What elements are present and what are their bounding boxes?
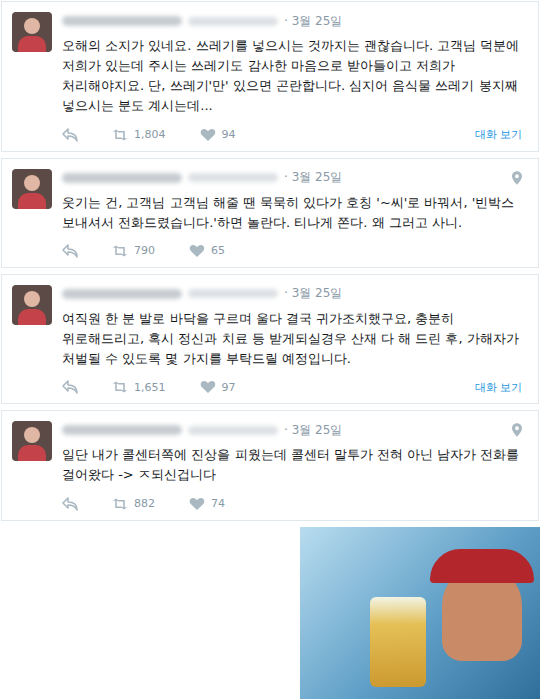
blurred-name[interactable] <box>62 289 182 299</box>
blurred-handle <box>188 289 278 298</box>
blurred-handle <box>188 17 278 26</box>
meme-photo <box>300 527 540 699</box>
reply-icon[interactable] <box>62 128 78 142</box>
location-pin-icon[interactable] <box>512 171 522 185</box>
tweet-text: 일단 내가 콜센터쪽에 진상을 피웠는데 콜센터 말투가 전혀 아닌 남자가 전… <box>62 445 526 485</box>
tweet-card[interactable]: · 3월 25일여직원 한 분 발로 바닥을 구르며 울다 결국 귀가조치했구요… <box>1 274 539 404</box>
heart-icon <box>200 128 216 142</box>
blurred-name[interactable] <box>62 173 182 183</box>
retweet-count: 1,804 <box>134 128 166 141</box>
blurred-handle <box>188 426 278 435</box>
retweet-count: 882 <box>134 497 155 510</box>
reply-icon[interactable] <box>62 244 78 258</box>
action-bar: 790 65 <box>62 241 526 261</box>
avatar[interactable] <box>12 169 52 209</box>
like-button[interactable]: 65 <box>189 244 225 258</box>
avatar[interactable] <box>12 285 52 325</box>
tweet-date[interactable]: · 3월 25일 <box>284 169 342 186</box>
tweet-card[interactable]: · 3월 25일오해의 소지가 있네요. 쓰레기를 넣으시는 것까지는 괜찮습니… <box>1 1 539 152</box>
like-button[interactable]: 94 <box>200 128 236 142</box>
view-conversation-link[interactable]: 대화 보기 <box>475 380 523 395</box>
tweet-text: 오해의 소지가 있네요. 쓰레기를 넣으시는 것까지는 괜찮습니다. 고객님 덕… <box>62 36 526 117</box>
avatar[interactable] <box>12 421 52 461</box>
tweet-date[interactable]: · 3월 25일 <box>284 13 342 30</box>
like-button[interactable]: 74 <box>189 497 225 511</box>
action-bar: 882 74 <box>62 494 526 514</box>
blurred-handle <box>188 173 278 182</box>
retweet-count: 1,651 <box>134 381 166 394</box>
like-count: 94 <box>222 128 236 141</box>
tweet-date[interactable]: · 3월 25일 <box>284 422 342 439</box>
heart-icon <box>189 244 205 258</box>
retweet-icon <box>112 497 128 511</box>
retweet-button[interactable]: 1,651 <box>112 380 166 394</box>
tweet-card[interactable]: · 3월 25일웃기는 건, 고객님 고객님 해줄 땐 묵묵히 있다가 호칭 '… <box>1 158 539 268</box>
like-count: 65 <box>211 244 225 257</box>
retweet-icon <box>112 380 128 394</box>
heart-icon <box>200 380 216 394</box>
retweet-icon <box>112 244 128 258</box>
tweet-date[interactable]: · 3월 25일 <box>284 285 342 302</box>
like-count: 74 <box>211 497 225 510</box>
like-count: 97 <box>222 381 236 394</box>
location-pin-icon[interactable] <box>512 423 522 437</box>
tweet-text: 여직원 한 분 발로 바닥을 구르며 울다 결국 귀가조치했구요, 충분히 위로… <box>62 309 526 369</box>
retweet-icon <box>112 128 128 142</box>
retweet-button[interactable]: 1,804 <box>112 128 166 142</box>
retweet-button[interactable]: 790 <box>112 244 155 258</box>
action-bar: 1,651 97 대화 보기 <box>62 377 526 397</box>
action-bar: 1,804 94 대화 보기 <box>62 125 526 145</box>
heart-icon <box>189 497 205 511</box>
tweet-text: 웃기는 건, 고객님 고객님 해줄 땐 묵묵히 있다가 호칭 '~씨'로 바꿔서… <box>62 193 526 233</box>
like-button[interactable]: 97 <box>200 380 236 394</box>
view-conversation-link[interactable]: 대화 보기 <box>475 127 523 142</box>
retweet-count: 790 <box>134 244 155 257</box>
blurred-name[interactable] <box>62 425 182 435</box>
reply-icon[interactable] <box>62 497 78 511</box>
tweet-card[interactable]: · 3월 25일일단 내가 콜센터쪽에 진상을 피웠는데 콜센터 말투가 전혀 … <box>1 410 539 520</box>
blurred-name[interactable] <box>62 16 182 26</box>
tweet-screenshot: · 3월 25일오해의 소지가 있네요. 쓰레기를 넣으시는 것까지는 괜찮습니… <box>0 0 540 699</box>
avatar[interactable] <box>12 12 52 52</box>
reply-icon[interactable] <box>62 380 78 394</box>
retweet-button[interactable]: 882 <box>112 497 155 511</box>
